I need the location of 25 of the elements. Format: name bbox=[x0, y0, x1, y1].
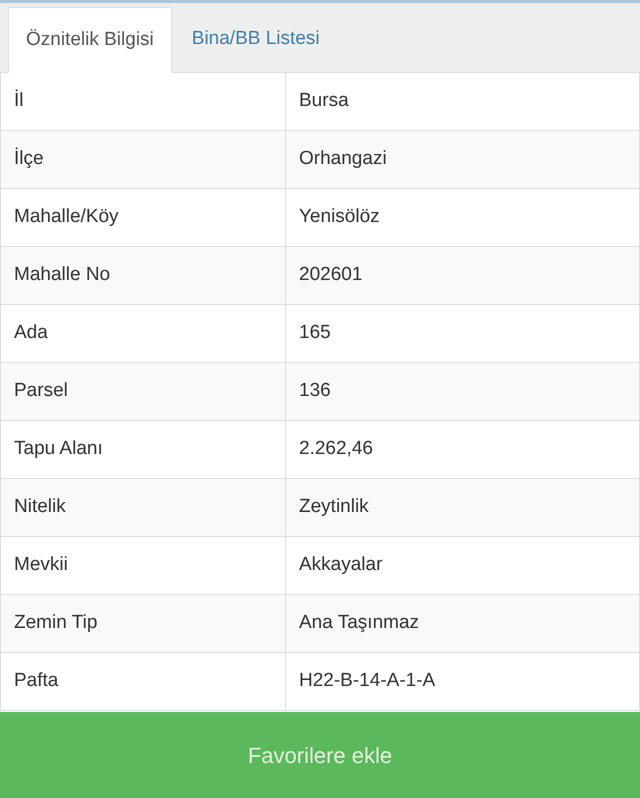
table-cell: Ana Taşınmaz bbox=[286, 595, 640, 652]
table-cell: Mahalle/Köy bbox=[0, 189, 286, 246]
table-cell: Akkayalar bbox=[286, 537, 640, 594]
table-cell: Nitelik bbox=[0, 479, 286, 536]
table-cell: Tapu Alanı bbox=[0, 421, 286, 478]
table-cell: 2.262,46 bbox=[286, 421, 640, 478]
table-cell: H22-B-14-A-1-A bbox=[286, 653, 640, 710]
tab[interactable]: Öznitelik Bilgisi bbox=[8, 7, 172, 73]
table-cell: Zeytinlik bbox=[286, 479, 640, 536]
table-cell: Zemin Tip bbox=[0, 595, 286, 652]
table-cell: 136 bbox=[286, 363, 640, 420]
table-cell: Pafta bbox=[0, 653, 286, 710]
table-cell: Parsel bbox=[0, 363, 286, 420]
table-cell: Mahalle No bbox=[0, 247, 286, 304]
table-cell: 165 bbox=[286, 305, 640, 362]
add-to-favorites-button[interactable]: Favorilere ekle bbox=[0, 712, 640, 798]
table-cell: 202601 bbox=[286, 247, 640, 304]
table-cell: İlçe bbox=[0, 131, 286, 188]
tab[interactable]: Bina/BB Listesi bbox=[172, 6, 340, 72]
table-cell: Yenisölöz bbox=[286, 189, 640, 246]
table-cell: Ada bbox=[0, 305, 286, 362]
table-cell: Orhangazi bbox=[286, 131, 640, 188]
table-cell: İl bbox=[0, 73, 286, 130]
table-cell: Bursa bbox=[286, 73, 640, 130]
table-cell: Mevkii bbox=[0, 537, 286, 594]
